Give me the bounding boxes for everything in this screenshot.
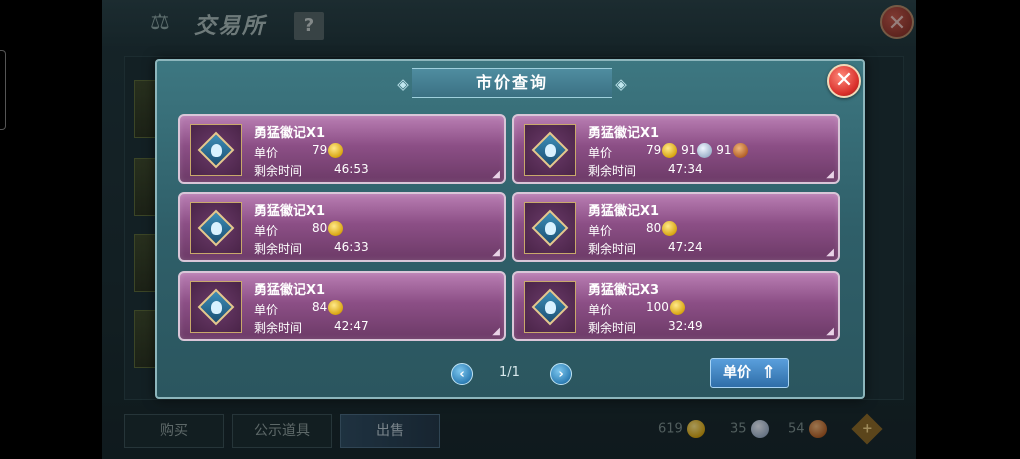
listing-name: 勇猛徽记X1: [588, 126, 660, 141]
price-value: 79: [312, 143, 328, 157]
listing-name: 勇猛徽记X1: [254, 283, 326, 298]
modal-title-bar: ◈ 市价查询 ◈: [397, 68, 627, 98]
remaining-time: 46:33: [334, 240, 369, 254]
price-label: 单价: [254, 224, 279, 238]
badge-item-icon: [190, 124, 242, 176]
price-value: 100: [646, 300, 669, 314]
time-label: 剩余时间: [588, 242, 637, 256]
listing-card[interactable]: 勇猛徽记X1 单价 80 剩余时间 47:24 ◢: [512, 192, 840, 262]
badge-item-icon: [190, 202, 242, 254]
next-page-button[interactable]: ›: [550, 363, 572, 385]
price-label: 单价: [588, 303, 613, 317]
remaining-time: 47:24: [668, 240, 703, 254]
chevron-left-icon: ‹: [459, 367, 465, 382]
price-value: 91: [716, 143, 732, 157]
listing-card[interactable]: 勇猛徽记X3 单价 100 剩余时间 32:49 ◢: [512, 271, 840, 341]
price-value: 79: [646, 143, 662, 157]
corner-mark-icon: ◢: [492, 169, 500, 180]
listing-card[interactable]: 勇猛徽记X1 单价 84 剩余时间 42:47 ◢: [178, 271, 506, 341]
up-arrow-icon: ⇑: [761, 362, 777, 383]
corner-mark-icon: ◢: [492, 326, 500, 337]
time-label: 剩余时间: [588, 321, 637, 335]
screen-edge-notch: [0, 50, 6, 130]
price-value: 91: [681, 143, 697, 157]
badge-item-icon: [524, 281, 576, 333]
time-label: 剩余时间: [254, 242, 303, 256]
modal-title: 市价查询: [475, 73, 548, 92]
silver-coin-icon: [697, 143, 713, 158]
remaining-time: 47:34: [668, 162, 703, 176]
corner-mark-icon: ◢: [826, 169, 834, 180]
listing-name: 勇猛徽记X3: [588, 283, 660, 298]
price-label: 单价: [588, 224, 613, 238]
gold-coin-icon: [662, 143, 678, 158]
listing-price: 80: [312, 221, 344, 236]
listing-price: 79: [312, 143, 344, 158]
ornament-left-icon: ◈: [397, 75, 409, 93]
remaining-time: 42:47: [334, 319, 369, 333]
market-price-modal: ◈ 市价查询 ◈ ✕ 勇猛徽记X1 单价 79 剩余时间 46:53 ◢ 勇猛徽…: [155, 59, 865, 399]
listing-name: 勇猛徽记X1: [254, 204, 326, 219]
listing-price: 79 91 91: [646, 143, 748, 158]
gold-coin-icon: [328, 221, 344, 236]
listing-card[interactable]: 勇猛徽记X1 单价 79 剩余时间 46:53 ◢: [178, 114, 506, 184]
listing-name: 勇猛徽记X1: [588, 204, 660, 219]
listing-price: 84: [312, 300, 344, 315]
corner-mark-icon: ◢: [826, 326, 834, 337]
badge-item-icon: [524, 124, 576, 176]
gold-coin-icon: [662, 221, 678, 236]
badge-item-icon: [524, 202, 576, 254]
prev-page-button[interactable]: ‹: [451, 363, 473, 385]
bronze-coin-icon: [732, 143, 748, 158]
time-label: 剩余时间: [254, 164, 303, 178]
price-value: 84: [312, 300, 328, 314]
price-value: 80: [312, 221, 328, 235]
modal-close-button[interactable]: ✕: [827, 64, 861, 98]
sort-by-unit-price-button[interactable]: 单价 ⇑: [710, 358, 789, 388]
price-label: 单价: [588, 146, 613, 160]
listing-card[interactable]: 勇猛徽记X1 单价 80 剩余时间 46:33 ◢: [178, 192, 506, 262]
badge-item-icon: [190, 281, 242, 333]
time-label: 剩余时间: [588, 164, 637, 178]
listing-price: 80: [646, 221, 678, 236]
price-value: 80: [646, 221, 662, 235]
page-indicator: 1/1: [499, 365, 520, 380]
gold-coin-icon: [669, 300, 685, 315]
sort-button-label: 单价: [723, 365, 751, 381]
chevron-right-icon: ›: [558, 367, 564, 382]
listing-card[interactable]: 勇猛徽记X1 单价 79 91 91 剩余时间 47:34 ◢: [512, 114, 840, 184]
remaining-time: 32:49: [668, 319, 703, 333]
gold-coin-icon: [328, 143, 344, 158]
corner-mark-icon: ◢: [492, 247, 500, 258]
corner-mark-icon: ◢: [826, 247, 834, 258]
ornament-right-icon: ◈: [615, 75, 627, 93]
price-label: 单价: [254, 303, 279, 317]
time-label: 剩余时间: [254, 321, 303, 335]
listing-name: 勇猛徽记X1: [254, 126, 326, 141]
remaining-time: 46:53: [334, 162, 369, 176]
price-label: 单价: [254, 146, 279, 160]
listing-price: 100: [646, 300, 685, 315]
gold-coin-icon: [328, 300, 344, 315]
